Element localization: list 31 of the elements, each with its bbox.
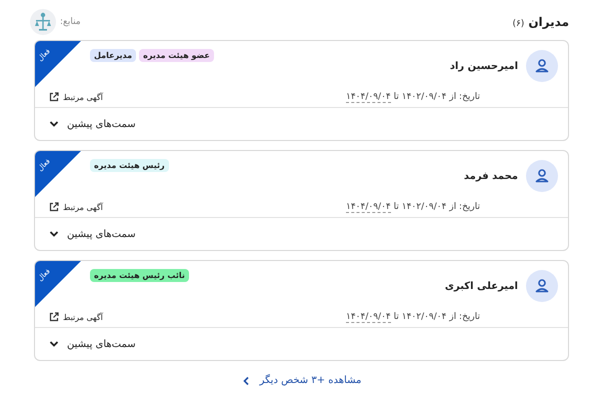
sources-label: منابع: <box>60 17 81 27</box>
manager-name: امیرحسین راد <box>450 60 518 72</box>
date-range: تاریخ: از ۱۴۰۲/۰۹/۰۴ تا ۱۴۰۴/۰۹/۰۴ <box>346 312 480 322</box>
section-title: مدیران <box>528 15 569 29</box>
date-range: تاریخ: از ۱۴۰۲/۰۹/۰۴ تا ۱۴۰۴/۰۹/۰۴ <box>346 92 480 102</box>
role-tag: نائب رئیس هیئت مدیره <box>90 269 189 282</box>
show-more-link[interactable]: مشاهده +۳ شخص دیگر <box>242 375 362 386</box>
chevron-down-icon <box>49 340 59 348</box>
related-ad-link[interactable]: آگهی مرتبط <box>49 202 103 212</box>
external-link-icon <box>49 92 59 102</box>
role-tag: مدیرعامل <box>90 49 136 62</box>
date-range: تاریخ: از ۱۴۰۲/۰۹/۰۴ تا ۱۴۰۴/۰۹/۰۴ <box>346 202 480 212</box>
related-ad-link[interactable]: آگهی مرتبط <box>49 92 103 102</box>
related-ad-link[interactable]: آگهی مرتبط <box>49 312 103 322</box>
avatar-icon <box>526 270 558 302</box>
manager-name: محمد فرمد <box>464 170 518 182</box>
chevron-down-icon <box>49 230 59 238</box>
external-link-icon <box>49 312 59 322</box>
chevron-down-icon <box>49 120 59 128</box>
previous-roles-toggle[interactable]: سمت‌های پیشین <box>49 118 136 130</box>
previous-roles-toggle[interactable]: سمت‌های پیشین <box>49 228 136 240</box>
avatar-icon <box>526 160 558 192</box>
role-tag: رئیس هیئت مدیره <box>90 159 169 172</box>
external-link-icon <box>49 202 59 212</box>
role-tag: عضو هیئت مدیره <box>139 49 214 62</box>
chevron-left-icon <box>242 376 250 386</box>
manager-name: امیرعلی اکبری <box>444 280 518 292</box>
previous-roles-toggle[interactable]: سمت‌های پیشین <box>49 338 136 350</box>
avatar-icon <box>526 50 558 82</box>
sources-icon[interactable] <box>30 9 56 35</box>
count-label: (۶) <box>512 19 524 29</box>
